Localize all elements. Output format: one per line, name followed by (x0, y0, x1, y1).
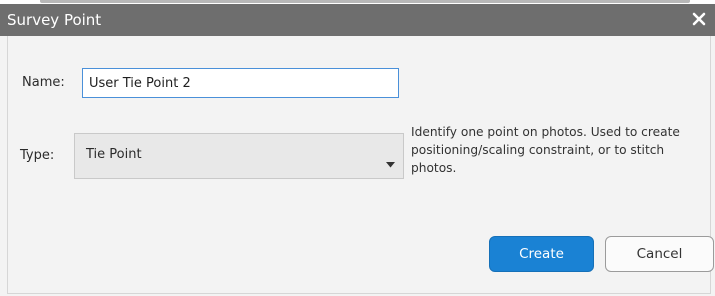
survey-point-dialog: Survey Point Name: Type: Tie Point Ident… (0, 4, 715, 296)
dialog-title: Survey Point (7, 11, 102, 29)
type-label: Type: (20, 148, 55, 163)
create-button[interactable]: Create (489, 236, 594, 272)
close-icon[interactable] (689, 9, 709, 29)
name-input[interactable] (82, 68, 399, 98)
cancel-button[interactable]: Cancel (605, 236, 714, 272)
dialog-body: Name: Type: Tie Point Identify one point… (7, 36, 714, 294)
type-description: Identify one point on photos. Used to cr… (411, 125, 680, 175)
dropdown-arrow-icon (386, 153, 395, 172)
name-label: Name: (22, 75, 65, 90)
type-dropdown[interactable]: Tie Point (74, 133, 404, 179)
type-selected-value: Tie Point (86, 147, 142, 162)
dialog-titlebar[interactable]: Survey Point (0, 4, 715, 36)
background-window-titlebar (40, 0, 690, 3)
